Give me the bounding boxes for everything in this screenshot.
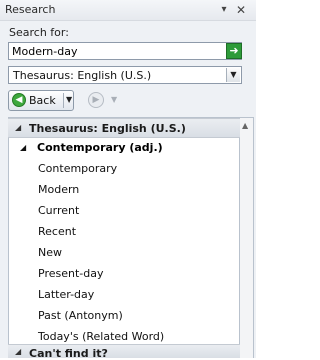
research-pane: Research ▾ ✕ Search for: ➜ Thesaurus: En…: [0, 0, 256, 360]
forward-button[interactable]: ▶: [88, 92, 104, 108]
reference-source-value: Thesaurus: English (U.S.): [13, 69, 152, 82]
pane-title-bar: Research ▾ ✕: [0, 0, 256, 21]
search-input[interactable]: [8, 42, 242, 60]
synonym-item[interactable]: New: [38, 246, 62, 259]
antonym-item[interactable]: Past (Antonym): [38, 309, 123, 322]
back-button[interactable]: ◀ Back ▼: [8, 90, 74, 111]
meaning-group-title: Contemporary (adj.): [37, 141, 163, 154]
back-arrow-icon: ◀: [12, 93, 26, 107]
synonym-item[interactable]: Present-day: [38, 267, 103, 280]
forward-history-dropdown-icon[interactable]: ▼: [111, 95, 117, 104]
collapse-triangle-icon[interactable]: ◢: [20, 143, 26, 152]
cant-find-it-title: Can't find it?: [29, 347, 108, 360]
thesaurus-section-title: Thesaurus: English (U.S.): [29, 122, 186, 135]
reference-source-dropdown[interactable]: Thesaurus: English (U.S.) ▼: [8, 66, 242, 84]
related-word-item[interactable]: Today's (Related Word): [38, 330, 164, 343]
cant-find-it-section-header[interactable]: ◢ Can't find it?: [8, 344, 240, 360]
thesaurus-section-header[interactable]: ◢ Thesaurus: English (U.S.): [8, 118, 240, 138]
scroll-up-icon[interactable]: ▲: [242, 121, 248, 130]
pane-options-icon[interactable]: ▾: [218, 3, 230, 17]
synonym-item[interactable]: Recent: [38, 225, 76, 238]
start-searching-button[interactable]: ➜: [226, 43, 242, 59]
synonym-item[interactable]: Latter-day: [38, 288, 94, 301]
synonym-item[interactable]: Contemporary: [38, 162, 117, 175]
collapse-triangle-icon[interactable]: ◢: [15, 347, 21, 356]
collapse-triangle-icon[interactable]: ◢: [15, 123, 21, 132]
close-icon[interactable]: ✕: [234, 3, 248, 17]
synonym-item[interactable]: Current: [38, 204, 79, 217]
pane-title: Research: [5, 3, 56, 16]
results-scrollbar[interactable]: ▲: [240, 117, 254, 358]
back-button-divider: [63, 93, 64, 108]
search-for-label: Search for:: [9, 26, 69, 39]
synonym-item[interactable]: Modern: [38, 183, 79, 196]
back-history-dropdown-icon[interactable]: ▼: [66, 95, 72, 104]
chevron-down-icon[interactable]: ▼: [226, 68, 240, 82]
back-button-label: Back: [29, 94, 56, 107]
